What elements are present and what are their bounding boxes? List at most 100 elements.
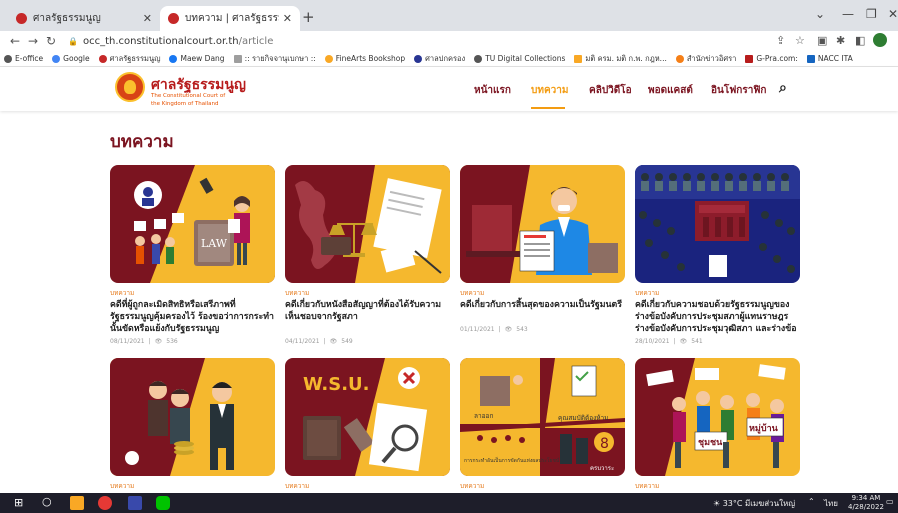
- article-category[interactable]: บทความ: [460, 481, 625, 491]
- lock-icon[interactable]: 🔒: [68, 37, 78, 46]
- profile-avatar[interactable]: [873, 33, 887, 47]
- tray-chevron-icon[interactable]: ⌃: [808, 497, 815, 506]
- article-thumbnail[interactable]: ลาออก คุณสมบัติต้องห้าม การกระทำอันเป็นก…: [460, 358, 625, 476]
- bookmark-star-icon[interactable]: ☆: [795, 34, 805, 47]
- bookmark-label: Google: [63, 54, 90, 63]
- share-icon[interactable]: ⇪: [776, 34, 785, 47]
- article-card[interactable]: W.S.U. บทความ: [285, 358, 450, 491]
- law-book-text: LAW: [201, 237, 228, 250]
- nav-home[interactable]: หน้าแรก: [474, 83, 511, 98]
- thumb-caption: คุณสมบัติต้องห้าม: [558, 414, 609, 422]
- url-field[interactable]: occ_th.constitutionalcourt.or.th/article: [83, 36, 273, 47]
- restore-icon[interactable]: ❐: [866, 7, 877, 21]
- close-window-icon[interactable]: ✕: [888, 7, 898, 21]
- bookmark-item[interactable]: E-office: [4, 54, 43, 63]
- bookmark-label: E-office: [15, 54, 44, 63]
- wsu-text: W.S.U.: [303, 374, 369, 395]
- article-category[interactable]: บทความ: [460, 288, 625, 298]
- article-thumbnail[interactable]: [285, 165, 450, 283]
- article-category[interactable]: บทความ: [110, 481, 275, 491]
- bookmark-label: TU Digital Collections: [485, 54, 566, 63]
- search-taskbar-icon[interactable]: ○: [42, 495, 56, 509]
- article-card[interactable]: บทความ: [110, 358, 275, 491]
- article-card[interactable]: ชุมชน หมู่บ้าน บทความ: [635, 358, 800, 491]
- court-emblem-logo[interactable]: [115, 72, 145, 102]
- bookmark-icon: [675, 54, 684, 63]
- weather-text: 33°C มีเมฆส่วนใหญ่: [722, 499, 796, 508]
- tab-label: บทความ | ศาลรัฐธรรมนูญ: [185, 13, 279, 24]
- article-category[interactable]: บทความ: [635, 481, 800, 491]
- app-icon[interactable]: [128, 496, 142, 510]
- svg-text:8: 8: [600, 436, 609, 452]
- browser-tabstrip: ศาลรัฐธรรมนูญ ✕ บทความ | ศาลรัฐธรรมนูญ ✕…: [0, 0, 898, 31]
- bookmark-item[interactable]: G-Pra.com:: [745, 54, 798, 63]
- language-indicator[interactable]: ไทย: [824, 497, 838, 510]
- article-meta: 28/10/2021 | 👁 541: [635, 338, 800, 345]
- puzzle-icon[interactable]: ✱: [836, 34, 845, 47]
- bookmark-item[interactable]: :: รายกิจจานุเบกษา ::: [233, 53, 316, 65]
- extension-icon[interactable]: ▣: [817, 34, 827, 47]
- notification-icon[interactable]: ▭: [886, 497, 894, 506]
- article-title[interactable]: คดีเกี่ยวกับการสิ้นสุดของความเป็นรัฐมนตร…: [460, 299, 625, 311]
- bookmark-item[interactable]: Google: [52, 54, 90, 63]
- article-category[interactable]: บทความ: [285, 288, 450, 298]
- new-tab-icon[interactable]: +: [302, 8, 315, 26]
- nav-podcast[interactable]: พอดแคสต์: [648, 83, 693, 98]
- bookmark-item[interactable]: NACC ITA: [806, 54, 853, 63]
- bookmark-item[interactable]: ศาลรัฐธรรมนูญ: [98, 53, 160, 65]
- article-card[interactable]: บทความ คดีเกี่ยวกับการสิ้นสุดของความเป็น…: [460, 165, 625, 333]
- article-title[interactable]: คดีเกี่ยวกับความชอบด้วยรัฐธรรมนูญของร่าง…: [635, 299, 800, 335]
- file-explorer-icon[interactable]: [70, 496, 84, 510]
- tab-search-icon[interactable]: ⌄: [815, 7, 825, 21]
- article-card[interactable]: บทความ คดีเกี่ยวกับหนังสือสัญญาที่ต้องได…: [285, 165, 450, 345]
- bookmark-item[interactable]: มติ ครม. มติ ก.พ. กฎห...: [574, 53, 667, 65]
- article-category[interactable]: บทความ: [110, 288, 275, 298]
- browser-tab[interactable]: ศาลรัฐธรรมนูญ ✕: [8, 6, 160, 31]
- article-title[interactable]: คดีเกี่ยวกับหนังสือสัญญาที่ต้องได้รับควา…: [285, 299, 450, 323]
- article-card[interactable]: ลาออก คุณสมบัติต้องห้าม การกระทำอันเป็นก…: [460, 358, 625, 491]
- eye-icon: 👁: [679, 338, 688, 345]
- reload-icon[interactable]: ↻: [42, 34, 60, 48]
- article-thumbnail[interactable]: [635, 165, 800, 283]
- bookmark-label: NACC ITA: [817, 54, 853, 63]
- clock-time: 9:34 AM: [851, 494, 881, 502]
- browser-tab-active[interactable]: บทความ | ศาลรัฐธรรมนูญ ✕: [160, 6, 300, 31]
- article-thumbnail[interactable]: ชุมชน หมู่บ้าน: [635, 358, 800, 476]
- bookmark-item[interactable]: FineArts Bookshop: [324, 54, 405, 63]
- brand-en-line: the Kingdom of Thailand: [151, 101, 219, 107]
- minimize-icon[interactable]: —: [842, 7, 854, 21]
- active-nav-indicator: [531, 107, 565, 109]
- bookmark-item[interactable]: สำนักข่าวอิศรา: [675, 53, 737, 65]
- nav-videos[interactable]: คลิปวิดีโอ: [589, 83, 632, 98]
- weather-widget[interactable]: ☀ 33°C มีเมฆส่วนใหญ่: [713, 497, 795, 510]
- article-card[interactable]: บทความ คดีเกี่ยวกับความชอบด้วยรัฐธรรมนูญ…: [635, 165, 800, 345]
- sidebar-icon[interactable]: ◧: [855, 34, 865, 47]
- url-host: occ_th.constitutionalcourt.or.th: [82, 35, 239, 47]
- search-icon[interactable]: ⌕: [779, 80, 787, 96]
- bookmark-item[interactable]: ศาลปกครอง: [414, 53, 465, 65]
- meta-divider: |: [673, 338, 676, 345]
- article-category[interactable]: บทความ: [635, 288, 800, 298]
- article-thumbnail[interactable]: [460, 165, 625, 283]
- bookmark-label: สำนักข่าวอิศรา: [686, 53, 737, 63]
- article-category[interactable]: บทความ: [285, 481, 450, 491]
- article-views: 549: [341, 338, 353, 345]
- windows-start-icon[interactable]: ⊞: [14, 496, 28, 510]
- nav-infographic[interactable]: อินโฟกราฟิก: [711, 83, 766, 98]
- bookmark-item[interactable]: Maew Dang: [169, 54, 225, 63]
- chrome-icon[interactable]: [98, 496, 112, 510]
- article-title[interactable]: คดีที่ผู้ถูกละเมิดสิทธิหรือเสรีภาพที่รัฐ…: [110, 299, 275, 335]
- clock[interactable]: 9:34 AM 4/28/2022: [848, 494, 884, 512]
- meta-divider: |: [498, 326, 501, 333]
- close-tab-icon[interactable]: ✕: [143, 12, 152, 25]
- bookmark-item[interactable]: TU Digital Collections: [474, 54, 565, 63]
- article-thumbnail[interactable]: [110, 358, 275, 476]
- article-thumbnail[interactable]: W.S.U.: [285, 358, 450, 476]
- back-icon[interactable]: ←: [6, 34, 24, 48]
- line-app-icon[interactable]: [156, 496, 170, 510]
- forward-icon[interactable]: →: [24, 34, 42, 48]
- nav-articles[interactable]: บทความ: [531, 83, 568, 98]
- article-thumbnail[interactable]: LAW: [110, 165, 275, 283]
- article-card[interactable]: LAW บทความ คดีที่ผู้ถูกละเมิดสิทธิหรือเส…: [110, 165, 275, 345]
- close-tab-icon[interactable]: ✕: [283, 12, 292, 25]
